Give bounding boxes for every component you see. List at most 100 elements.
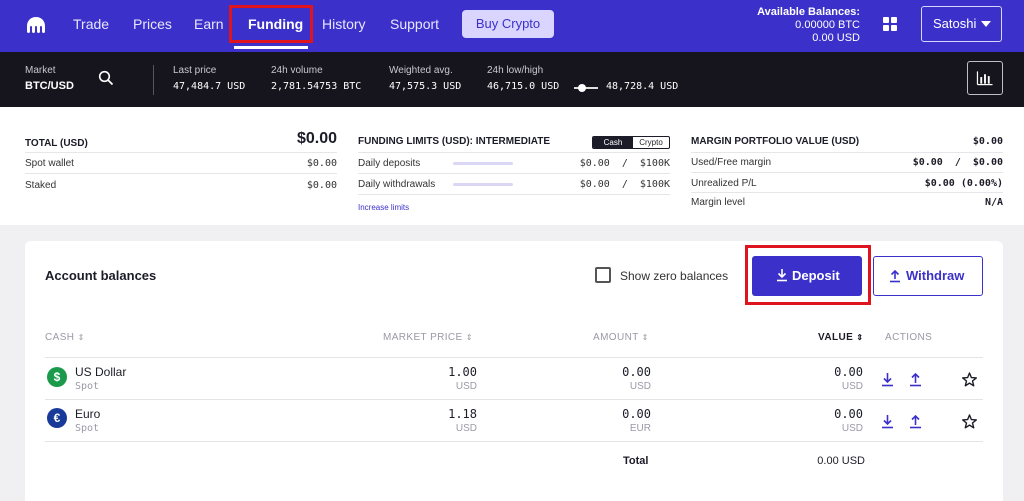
show-zero-checkbox[interactable] [595, 267, 611, 283]
used-free-margin-label: Used/Free margin [691, 157, 772, 168]
high-value: 48,728.4 USD [606, 81, 679, 92]
divider [358, 194, 670, 195]
search-icon[interactable] [98, 70, 114, 86]
staked-label: Staked [25, 180, 57, 191]
col-cash-label: CASH [45, 332, 75, 343]
deposit-icon[interactable] [881, 372, 894, 387]
unrealized-pl-value: $0.00 (0.00%) [924, 178, 1003, 189]
upload-icon [890, 269, 900, 283]
available-balances: Available Balances: 0.00000 BTC 0.00 USD [757, 6, 860, 45]
col-amount[interactable]: AMOUNT ⇕ [593, 332, 649, 343]
used-free-margin-value: $0.00 / $0.00 [912, 157, 1003, 168]
available-usd: 0.00 USD [812, 32, 860, 44]
withdraw-icon[interactable] [909, 414, 922, 429]
row-usd-value-unit: USD [841, 381, 863, 392]
col-market-price[interactable]: MARKET PRICE ⇕ [383, 332, 473, 343]
deposits-progress-bar [453, 162, 513, 165]
last-price-value: 47,484.7 USD [173, 81, 246, 92]
download-icon [777, 269, 787, 282]
kraken-logo-icon[interactable] [24, 14, 48, 38]
eur-coin-icon: € [47, 408, 67, 428]
available-balances-label: Available Balances: [757, 6, 860, 18]
weighted-avg-value: 47,575.3 USD [389, 81, 462, 92]
row-usd-price-unit: USD [455, 381, 477, 392]
bar-chart-icon [976, 71, 993, 86]
header-divider [45, 357, 983, 358]
weighted-avg-label: Weighted avg. [389, 65, 453, 76]
toggle-crypto[interactable]: Crypto [633, 137, 669, 148]
market-pair[interactable]: BTC/USD [25, 80, 74, 92]
sort-icon: ⇕ [641, 333, 649, 342]
sort-icon: ⇕ [77, 333, 85, 342]
usd-coin-icon: $ [47, 367, 67, 387]
margin-level-label: Margin level [691, 197, 745, 208]
row-eur-amount-unit: EUR [629, 423, 651, 434]
daily-deposits-label: Daily deposits [358, 158, 421, 169]
col-amount-label: AMOUNT [593, 332, 639, 343]
row-eur-value: 0.00 [834, 407, 863, 421]
spot-wallet-label: Spot wallet [25, 158, 74, 169]
lowhigh-label: 24h low/high [487, 65, 544, 76]
unrealized-pl-label: Unrealized P/L [691, 178, 757, 189]
row-usd-amount-unit: USD [629, 381, 651, 392]
low-value: 46,715.0 USD [487, 81, 560, 92]
range-marker [578, 84, 586, 92]
top-nav: Trade Prices Earn Funding History Suppor… [0, 0, 1024, 52]
account-balances-card: Account balances Show zero balances Depo… [25, 241, 1003, 501]
star-icon[interactable] [962, 414, 977, 429]
funding-highlight-box [229, 5, 313, 43]
deposit-icon[interactable] [881, 414, 894, 429]
withdraw-button[interactable]: Withdraw [873, 256, 983, 296]
last-price-label: Last price [173, 65, 217, 76]
withdrawals-progress-bar [453, 183, 513, 186]
available-btc: 0.00000 BTC [795, 19, 860, 31]
divider [358, 173, 670, 174]
divider [25, 152, 337, 153]
total-label: Total [623, 455, 649, 467]
col-value-label: VALUE [818, 332, 854, 343]
total-usd-label: TOTAL (USD) [25, 138, 88, 149]
star-icon[interactable] [962, 372, 977, 387]
show-zero-label[interactable]: Show zero balances [620, 269, 728, 283]
divider [691, 192, 1003, 193]
account-balances-title: Account balances [45, 268, 157, 283]
withdraw-icon[interactable] [909, 372, 922, 387]
nav-history[interactable]: History [322, 0, 366, 52]
col-value[interactable]: VALUE ⇕ [818, 332, 863, 343]
deposit-label: Deposit [792, 268, 840, 283]
row-eur-value-unit: USD [841, 423, 863, 434]
spot-wallet-value: $0.00 [306, 158, 337, 169]
margin-level-value: N/A [984, 197, 1003, 208]
increase-limits-link[interactable]: Increase limits [358, 203, 409, 212]
nav-earn[interactable]: Earn [194, 0, 224, 52]
divider [25, 173, 337, 174]
volume-label: 24h volume [271, 65, 323, 76]
total-value: 0.00 USD [817, 455, 865, 467]
row-usd-amount: 0.00 [622, 365, 651, 379]
nav-trade[interactable]: Trade [73, 0, 109, 52]
cash-crypto-toggle[interactable]: Cash Crypto [592, 136, 670, 149]
divider [691, 152, 1003, 153]
toggle-cash[interactable]: Cash [593, 137, 633, 148]
deposit-button[interactable]: Deposit [752, 256, 862, 296]
funding-limits-label: FUNDING LIMITS (USD): INTERMEDIATE [358, 136, 551, 147]
nav-support[interactable]: Support [390, 0, 439, 52]
user-menu-button[interactable]: Satoshi [921, 6, 1002, 42]
nav-active-underline [234, 46, 308, 49]
user-name: Satoshi [933, 16, 977, 31]
daily-deposits-value: $0.00 / $100K [579, 158, 670, 169]
chart-toggle-button[interactable] [967, 61, 1003, 95]
row-eur-name: Euro [75, 407, 101, 421]
col-cash[interactable]: CASH ⇕ [45, 332, 85, 343]
total-usd-value: $0.00 [296, 130, 337, 147]
row-usd-name: US Dollar [75, 365, 127, 379]
nav-prices[interactable]: Prices [133, 0, 172, 52]
margin-portfolio-value: $0.00 [972, 136, 1003, 147]
row-eur-price: 1.18 [448, 407, 477, 421]
buy-crypto-button[interactable]: Buy Crypto [462, 10, 554, 38]
ticker-divider [153, 65, 154, 95]
row-usd-price: 1.00 [448, 365, 477, 379]
sort-desc-icon: ⇕ [856, 333, 864, 342]
volume-value: 2,781.54753 BTC [271, 81, 362, 92]
grid-icon[interactable] [883, 17, 897, 31]
